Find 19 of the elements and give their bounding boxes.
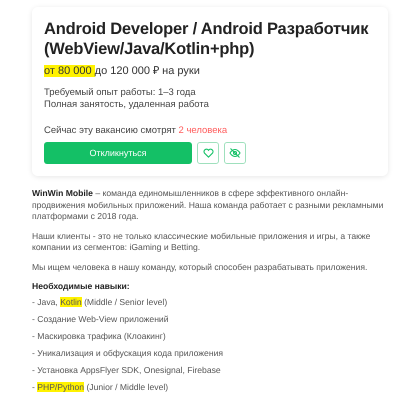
skill-item: - PHP/Python (Junior / Middle level) [32,382,170,393]
hide-button[interactable] [224,142,246,164]
viewers-text: Сейчас эту вакансию смотрят 2 человека [44,125,228,136]
experience-text: Требуемый опыт работы: 1–3 года [44,87,197,99]
favorite-button[interactable] [197,142,219,164]
skills-heading: Необходимые навыки: [32,281,131,291]
description-paragraph: Наши клиенты - это не только классические мобильные приложения и игры, а также компании из сегментов: iGaming и Betting. [32,230,372,254]
skill-item: - Создание Web-View приложений [32,314,170,325]
apply-button[interactable]: Откликнуться [44,142,192,164]
employment-text: Полная занятость, удаленная работа [44,99,210,111]
skill-item: - Установка AppsFlyer SDK, Onesignal, Firebase [32,365,222,376]
heart-icon [202,148,214,158]
description-paragraph: Мы ищем человека в нашу команду, который способен разрабатывать приложения. [32,262,368,273]
vacancy-title: Android Developer / Android Разработчик (WebView/Java/Kotlin+php) [44,19,370,59]
skill-item: - Маскировка трафика (Клоакинг) [32,331,167,342]
description-paragraph: WinWin Mobile – команда единомышленников в сфере эффективного онлайн-продвижения мобильных приложений. Наша команда работает с разными рекламными платформами с 2018 года. [32,188,384,222]
skill-item: - Уникализация и обфускация кода приложения [32,348,224,359]
skill-item: - Java, Kotlin (Middle / Senior level) [32,297,168,308]
eye-off-icon [229,147,241,159]
